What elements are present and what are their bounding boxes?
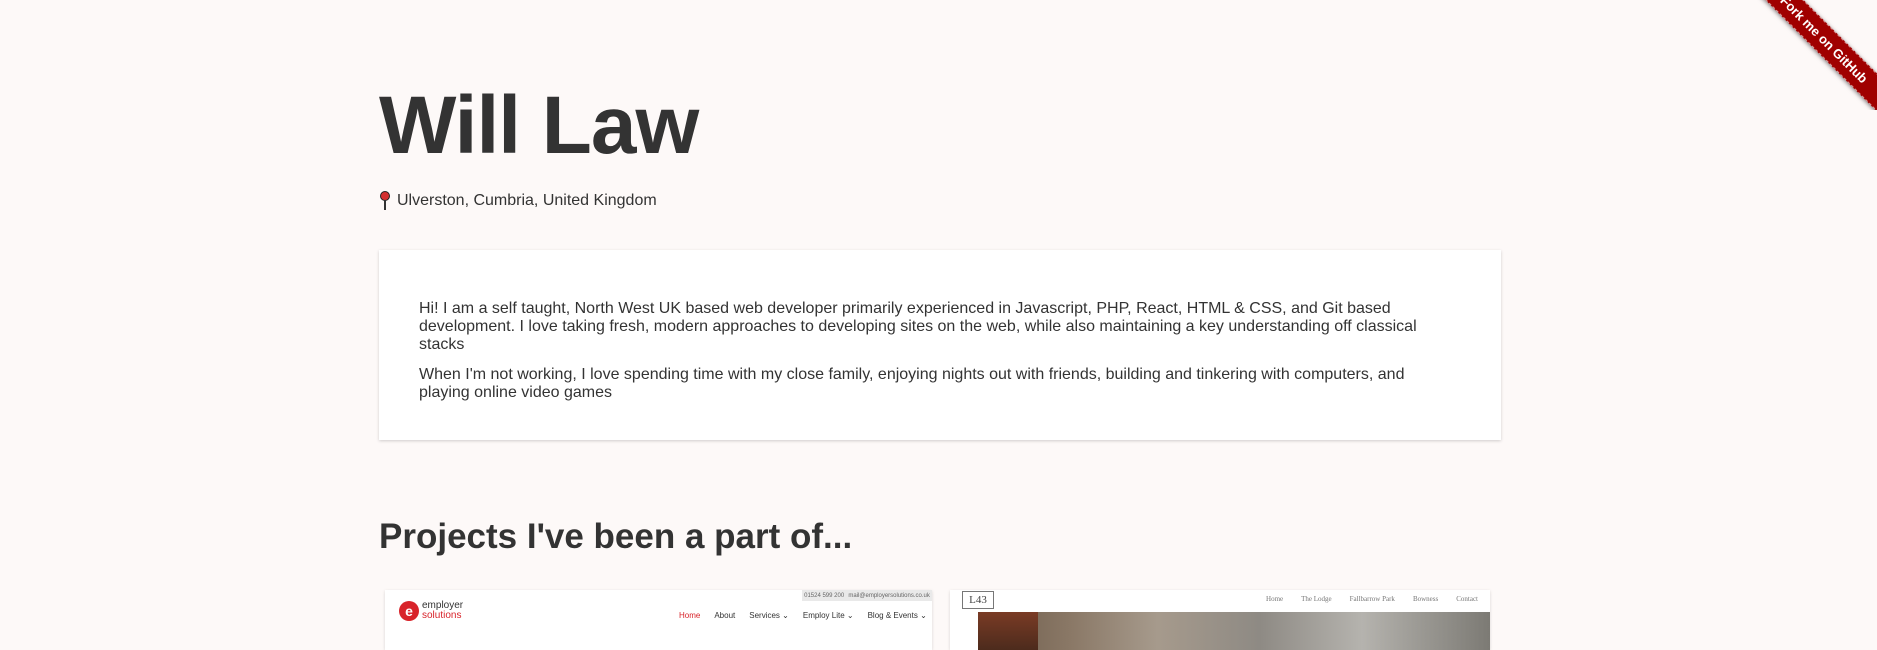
topbar-email: mail@employersolutions.co.uk bbox=[848, 592, 930, 599]
nav-item: About bbox=[714, 611, 736, 620]
location-text: Ulverston, Cumbria, United Kingdom bbox=[397, 192, 657, 209]
logo-line-2: solutions bbox=[422, 610, 462, 621]
project-card-employer-solutions[interactable]: 01524 599 200 mail@employersolutions.co.… bbox=[385, 590, 932, 650]
projects-grid: 01524 599 200 mail@employersolutions.co.… bbox=[379, 590, 1501, 650]
nav-item: Contact bbox=[1456, 595, 1478, 603]
nav-item: Employ Lite ⌄ bbox=[802, 611, 854, 620]
about-card: Hi! I am a self taught, North West UK ba… bbox=[379, 250, 1501, 440]
about-paragraph: When I'm not working, I love spending ti… bbox=[419, 366, 1405, 401]
project-screenshot-topbar: 01524 599 200 mail@employersolutions.co.… bbox=[802, 590, 932, 601]
l43-logo: L43 bbox=[962, 591, 994, 609]
nav-item: Home bbox=[679, 611, 701, 620]
employer-solutions-logo: e employer solutions bbox=[399, 601, 463, 621]
nav-item: Services ⌄ bbox=[749, 611, 789, 620]
map-pin-icon bbox=[380, 191, 390, 210]
github-ribbon-container: Fork me on GitHub bbox=[1757, 0, 1877, 110]
nav-item: Home bbox=[1266, 595, 1284, 603]
about-paragraph: Hi! I am a self taught, North West UK ba… bbox=[419, 300, 1417, 353]
nav-item: Bowness bbox=[1412, 595, 1439, 603]
location: Ulverston, Cumbria, United Kingdom bbox=[379, 191, 657, 211]
page-title: Will Law bbox=[379, 80, 699, 171]
nav-item: Fallbarrow Park bbox=[1349, 595, 1395, 603]
lodge-roof-image bbox=[978, 612, 1038, 650]
nav-item: Blog & Events ⌄ bbox=[867, 611, 927, 620]
project-screenshot-nav: Home The Lodge Fallbarrow Park Bowness C… bbox=[1266, 595, 1478, 603]
logo-mark: e bbox=[399, 601, 419, 621]
project-card-l43[interactable]: L43 Home The Lodge Fallbarrow Park Bowne… bbox=[950, 590, 1490, 650]
projects-heading: Projects I've been a part of... bbox=[379, 517, 853, 556]
project-screenshot-nav: Home About Services ⌄ Employ Lite ⌄ Blog… bbox=[679, 611, 932, 620]
fork-me-ribbon[interactable]: Fork me on GitHub bbox=[1757, 0, 1877, 110]
logo-words: employer solutions bbox=[422, 601, 463, 621]
nav-item: The Lodge bbox=[1301, 595, 1332, 603]
topbar-phone: 01524 599 200 bbox=[804, 592, 845, 599]
project-hero-photo bbox=[978, 612, 1490, 650]
